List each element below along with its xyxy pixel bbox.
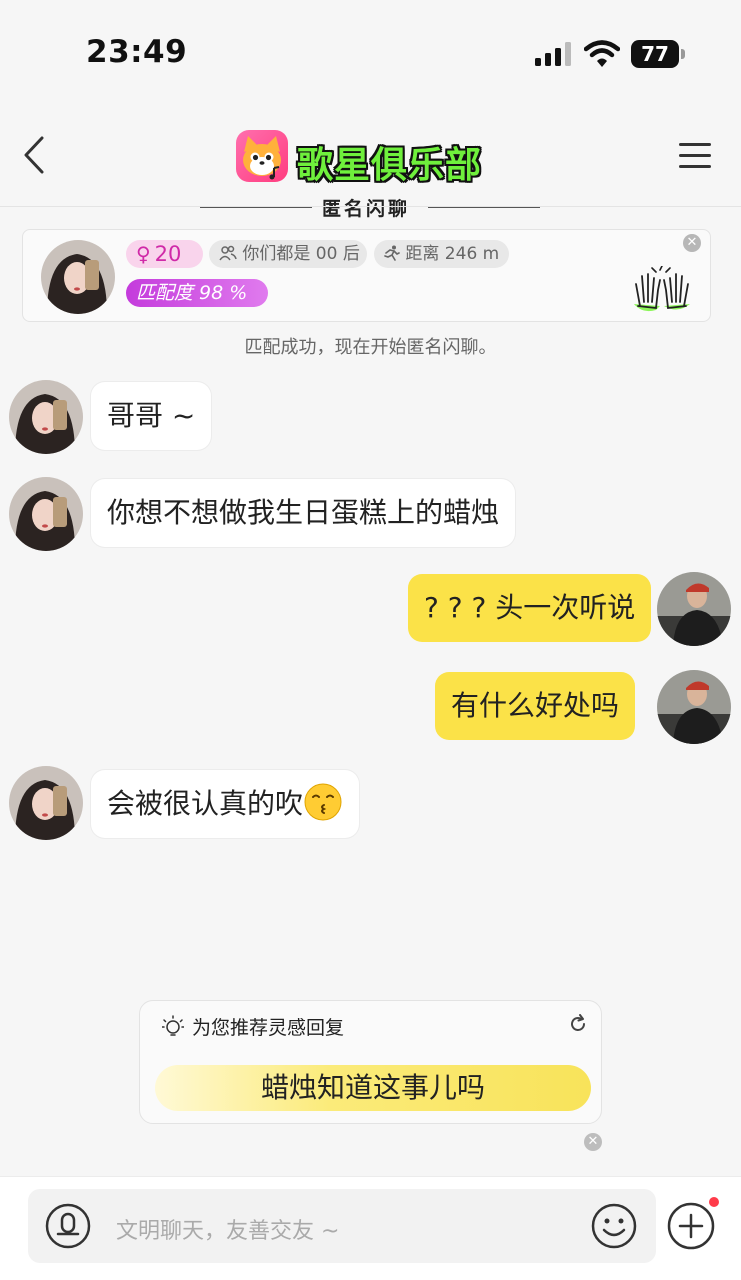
emoji-icon[interactable]	[590, 1202, 638, 1250]
notification-dot	[709, 1197, 719, 1207]
wifi-icon	[584, 40, 620, 67]
message-text: 会被很认真的吹	[107, 787, 304, 820]
my-avatar[interactable]	[657, 572, 731, 646]
partner-avatar[interactable]	[9, 477, 83, 551]
battery-icon: 77	[631, 40, 685, 68]
match-info-card: ♀ 20 你们都是 00 后 距离 246 m 匹配度 98 % ✕	[22, 229, 711, 322]
close-suggestion-button[interactable]: ✕	[584, 1133, 602, 1151]
generation-badge: 你们都是 00 后	[209, 240, 367, 268]
lightbulb-icon	[162, 1015, 184, 1036]
menu-icon[interactable]	[678, 140, 712, 170]
message-bubble-incoming[interactable]: 哥哥 ~	[91, 382, 212, 450]
female-icon: ♀	[136, 242, 151, 266]
refresh-icon[interactable]	[568, 1014, 588, 1034]
partner-avatar[interactable]	[9, 766, 83, 840]
app-title: 歌星俱乐部	[297, 145, 483, 186]
suggested-reply-card: 为您推荐灵感回复 蜡烛知道这事儿吗	[139, 1000, 602, 1124]
voice-input-icon[interactable]	[44, 1202, 92, 1250]
age-badge: ♀ 20	[126, 240, 203, 268]
close-card-button[interactable]: ✕	[683, 234, 701, 252]
my-avatar[interactable]	[657, 670, 731, 744]
header-divider	[0, 206, 741, 207]
running-icon	[384, 245, 400, 261]
partner-avatar[interactable]	[41, 240, 115, 314]
people-icon	[219, 245, 237, 261]
partner-avatar[interactable]	[9, 380, 83, 454]
message-bubble-incoming[interactable]: 会被很认真的吹	[91, 770, 360, 838]
suggestion-title: 为您推荐灵感回复	[192, 1017, 345, 1039]
message-bubble-outgoing[interactable]: ? ? ? 头一次听说	[408, 574, 652, 642]
status-time: 23:49	[86, 34, 188, 70]
app-logo-icon	[236, 130, 288, 182]
chat-mode-subtitle: 匿名闪聊	[322, 198, 411, 220]
kissing-face-emoji-icon	[304, 783, 342, 821]
suggested-reply-button[interactable]: 蜡烛知道这事儿吗	[155, 1065, 591, 1111]
age-value: 20	[154, 242, 182, 266]
message-input[interactable]: 文明聊天，友善交友 ~	[116, 1213, 339, 1245]
match-score-badge: 匹配度 98 %	[126, 279, 268, 307]
back-button[interactable]	[18, 134, 54, 176]
battery-level: 77	[631, 40, 679, 68]
distance-badge: 距离 246 m	[374, 240, 509, 268]
status-bar: 23:49 77	[0, 0, 741, 100]
input-bar: 文明聊天，友善交友 ~	[0, 1176, 741, 1280]
message-bubble-incoming[interactable]: 你想不想做我生日蛋糕上的蜡烛	[91, 479, 516, 547]
nav-header: 歌星俱乐部 匿名闪聊	[0, 120, 741, 220]
high-five-icon	[634, 266, 690, 312]
plus-icon[interactable]	[666, 1201, 716, 1251]
cellular-signal-icon	[535, 42, 571, 66]
message-input-container: 文明聊天，友善交友 ~	[28, 1189, 656, 1263]
message-bubble-outgoing[interactable]: 有什么好处吗	[435, 672, 636, 740]
system-message: 匹配成功，现在开始匿名闪聊。	[244, 337, 497, 358]
